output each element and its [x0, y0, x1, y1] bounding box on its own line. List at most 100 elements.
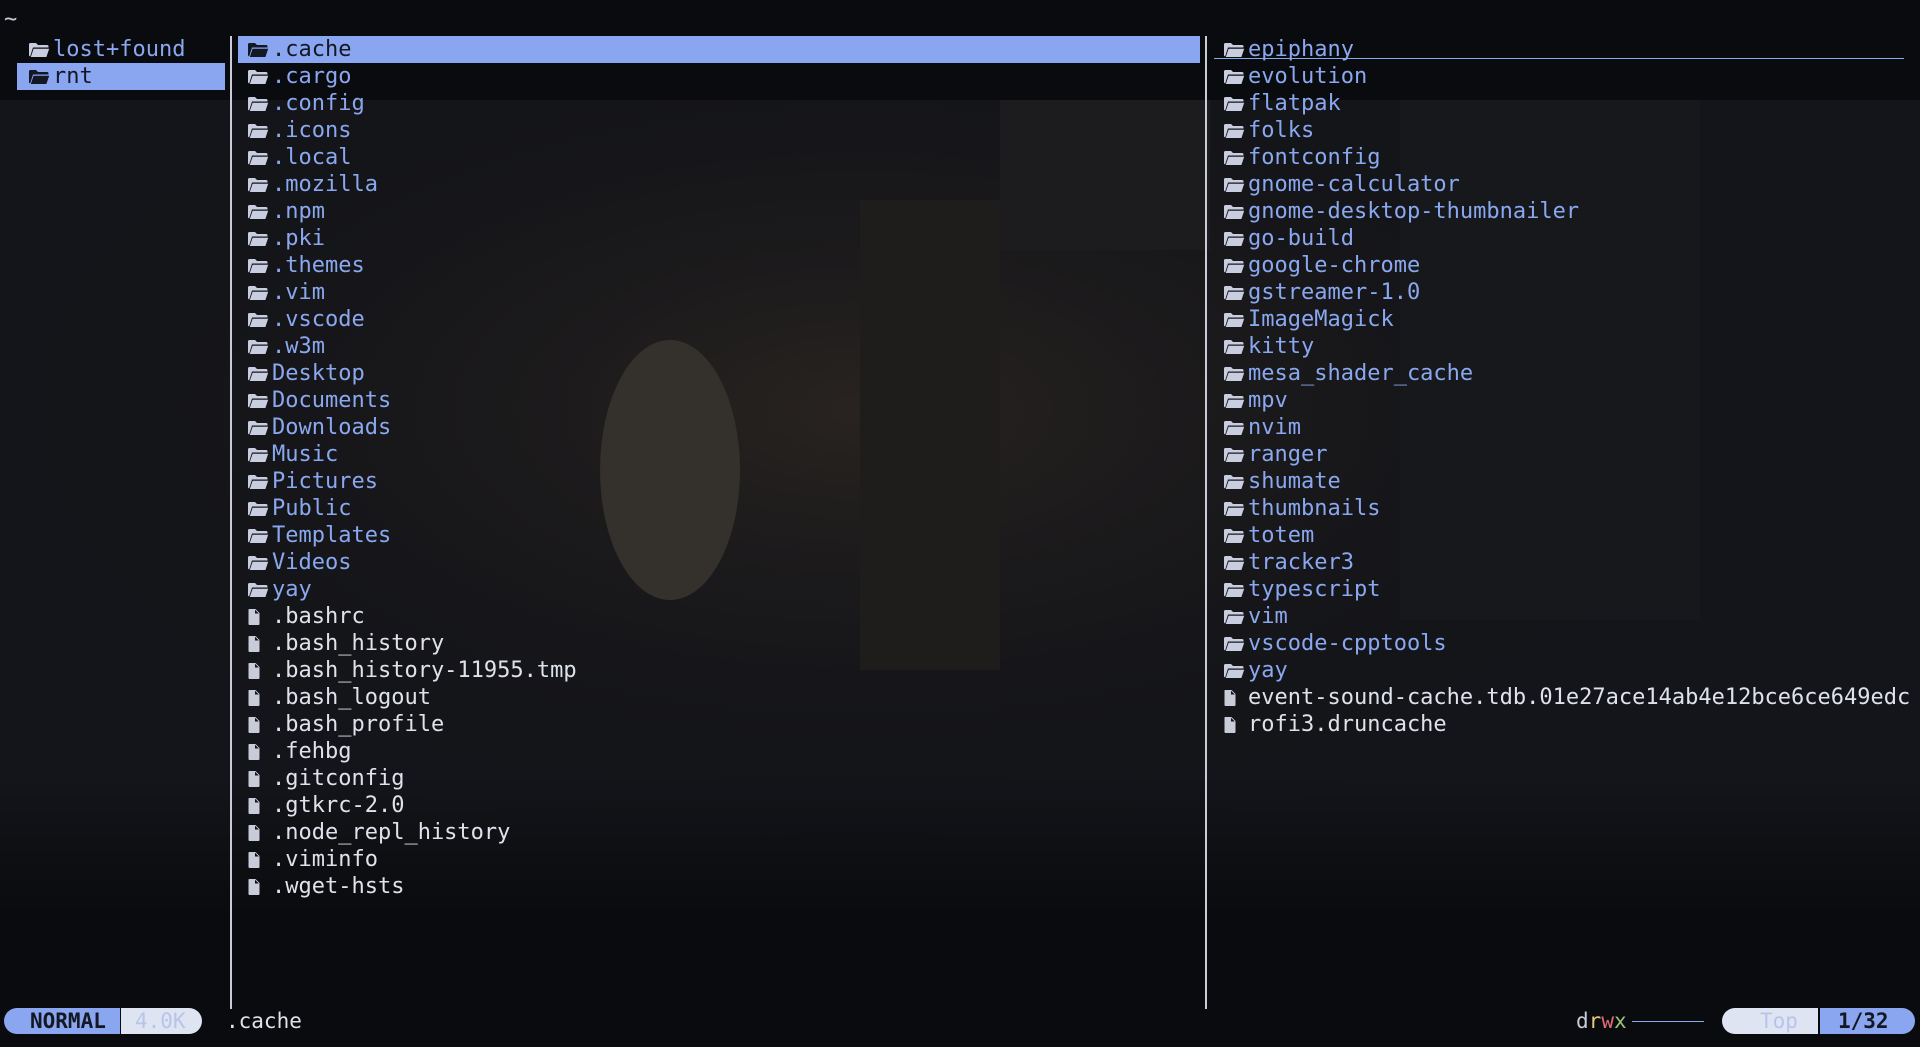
- preview-folder-row[interactable]: gnome-desktop-thumbnailer: [1214, 198, 1904, 225]
- current-folder-row[interactable]: Documents: [238, 387, 1200, 414]
- current-folder-row[interactable]: .w3m: [238, 333, 1200, 360]
- current-folder-row[interactable]: Desktop: [238, 360, 1200, 387]
- folder-open-icon: [1214, 603, 1248, 630]
- current-file-row[interactable]: .node_repl_history: [238, 819, 1200, 846]
- entry-name: nvim: [1248, 415, 1301, 440]
- preview-folder-row[interactable]: google-chrome: [1214, 252, 1904, 279]
- current-folder-row[interactable]: .vim: [238, 279, 1200, 306]
- folder-open-icon: [1214, 630, 1248, 657]
- entry-name: totem: [1248, 523, 1315, 548]
- current-folder-row[interactable]: Music: [238, 441, 1200, 468]
- entry-name: .w3m: [272, 334, 325, 359]
- preview-folder-row[interactable]: mpv: [1214, 387, 1904, 414]
- preview-folder-row[interactable]: evolution: [1214, 63, 1904, 90]
- current-folder-row[interactable]: .npm: [238, 198, 1200, 225]
- entry-name: .viminfo: [272, 847, 378, 872]
- current-file-row[interactable]: .bash_history: [238, 630, 1200, 657]
- preview-folder-row[interactable]: tracker3: [1214, 549, 1904, 576]
- preview-folder-row[interactable]: yay: [1214, 657, 1904, 684]
- entry-name: yay: [272, 577, 312, 602]
- current-folder-row[interactable]: .cargo: [238, 63, 1200, 90]
- preview-folder-row[interactable]: flatpak: [1214, 90, 1904, 117]
- current-folder-row[interactable]: .config: [238, 90, 1200, 117]
- preview-file-row[interactable]: rofi3.druncache: [1214, 711, 1904, 738]
- current-folder-row[interactable]: Videos: [238, 549, 1200, 576]
- entry-name: yay: [1248, 658, 1288, 683]
- current-file-row[interactable]: .gitconfig: [238, 765, 1200, 792]
- current-folder-row[interactable]: Public: [238, 495, 1200, 522]
- current-folder-row[interactable]: .pki: [238, 225, 1200, 252]
- current-folder-row[interactable]: .icons: [238, 117, 1200, 144]
- preview-folder-row[interactable]: gnome-calculator: [1214, 171, 1904, 198]
- entry-name: folks: [1248, 118, 1315, 143]
- current-directory-pane[interactable]: .cache .cargo .config .icons .local .mozilla.…: [238, 36, 1200, 900]
- folder-open-icon: [238, 522, 272, 549]
- entry-name: Videos: [272, 550, 352, 575]
- folder-open-icon: [238, 333, 272, 360]
- preview-folder-row[interactable]: go-build: [1214, 225, 1904, 252]
- preview-folder-row[interactable]: vscode-cpptools: [1214, 630, 1904, 657]
- current-folder-row[interactable]: yay: [238, 576, 1200, 603]
- folder-open-icon: [1214, 576, 1248, 603]
- entry-name: Documents: [272, 388, 392, 413]
- parent-folder-row[interactable]: lost+found: [17, 36, 225, 63]
- preview-folder-row[interactable]: nvim: [1214, 414, 1904, 441]
- current-folder-row[interactable]: .vscode: [238, 306, 1200, 333]
- permissions: drwx: [1576, 1008, 1627, 1034]
- preview-folder-row[interactable]: mesa_shader_cache: [1214, 360, 1904, 387]
- entry-name: .gtkrc-2.0: [272, 793, 405, 818]
- folder-open-icon: [238, 495, 272, 522]
- current-file-row[interactable]: .bash_logout: [238, 684, 1200, 711]
- folder-open-icon: [1214, 144, 1248, 171]
- preview-folder-row[interactable]: ranger: [1214, 441, 1904, 468]
- current-folder-row[interactable]: .cache: [238, 36, 1200, 63]
- entry-name: .local: [272, 145, 352, 170]
- mode-indicator: NORMAL: [4, 1008, 120, 1034]
- parent-folder-row[interactable]: rnt: [17, 63, 225, 90]
- current-folder-row[interactable]: .local: [238, 144, 1200, 171]
- current-file-row[interactable]: .bashrc: [238, 603, 1200, 630]
- item-count: 1/32: [1820, 1008, 1915, 1034]
- preview-folder-row[interactable]: vim: [1214, 603, 1904, 630]
- entry-name: vim: [1248, 604, 1288, 629]
- preview-folder-row[interactable]: thumbnails: [1214, 495, 1904, 522]
- preview-folder-row[interactable]: typescript: [1214, 576, 1904, 603]
- current-folder-row[interactable]: Downloads: [238, 414, 1200, 441]
- preview-folder-row[interactable]: ImageMagick: [1214, 306, 1904, 333]
- folder-open-icon: [238, 279, 272, 306]
- current-file-row[interactable]: .bash_history-11955.tmp: [238, 657, 1200, 684]
- current-file-row[interactable]: .bash_profile: [238, 711, 1200, 738]
- perm-w: w: [1601, 1009, 1614, 1033]
- current-folder-row[interactable]: Pictures: [238, 468, 1200, 495]
- preview-file-row[interactable]: event-sound-cache.tdb.01e27ace14ab4e12bc…: [1214, 684, 1910, 711]
- entry-name: .wget-hsts: [272, 874, 405, 899]
- status-separator-line: [1632, 1021, 1704, 1022]
- preview-folder-row[interactable]: fontconfig: [1214, 144, 1904, 171]
- preview-folder-row[interactable]: gstreamer-1.0: [1214, 279, 1904, 306]
- current-file-row[interactable]: .wget-hsts: [238, 873, 1200, 900]
- folder-open-icon: [238, 252, 272, 279]
- entry-name: evolution: [1248, 64, 1368, 89]
- file-icon: [1214, 684, 1248, 711]
- current-folder-row[interactable]: .mozilla: [238, 171, 1200, 198]
- folder-open-icon: [238, 63, 272, 90]
- current-folder-row[interactable]: Templates: [238, 522, 1200, 549]
- preview-folder-row[interactable]: folks: [1214, 117, 1904, 144]
- current-file-row[interactable]: .fehbg: [238, 738, 1200, 765]
- entry-name: .cargo: [272, 64, 352, 89]
- preview-folder-row[interactable]: totem: [1214, 522, 1904, 549]
- folder-open-icon: [238, 468, 272, 495]
- current-folder-row[interactable]: .themes: [238, 252, 1200, 279]
- current-file-row[interactable]: .gtkrc-2.0: [238, 792, 1200, 819]
- folder-open-icon: [1214, 468, 1248, 495]
- preview-pane[interactable]: epiphany evolution flatpak folks fontconfig g…: [1214, 36, 1910, 738]
- preview-folder-row[interactable]: shumate: [1214, 468, 1904, 495]
- current-file-row[interactable]: .viminfo: [238, 846, 1200, 873]
- folder-open-icon: [238, 144, 272, 171]
- parent-directory-pane[interactable]: lost+found rnt: [17, 36, 225, 90]
- folder-open-icon: [17, 63, 53, 90]
- folder-open-icon: [1214, 252, 1248, 279]
- file-icon: [238, 630, 272, 657]
- preview-folder-row[interactable]: kitty: [1214, 333, 1904, 360]
- entry-name: .themes: [272, 253, 365, 278]
